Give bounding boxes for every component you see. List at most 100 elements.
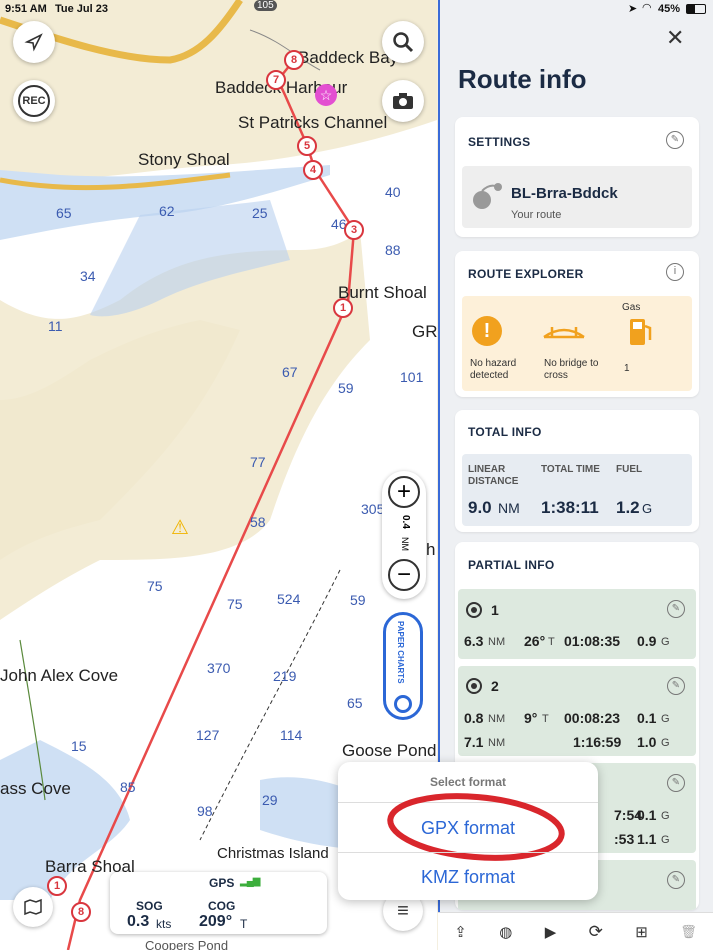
edit-icon[interactable]: ✎ bbox=[667, 871, 685, 889]
globe-icon[interactable]: ◍ bbox=[499, 923, 512, 941]
hamburger-icon: ≡ bbox=[397, 899, 409, 922]
segment-number: 2 bbox=[491, 678, 499, 694]
place-label: h bbox=[426, 540, 436, 559]
share-icon[interactable]: ⇪ bbox=[454, 923, 467, 941]
destination-star-icon: ☆ bbox=[315, 84, 337, 106]
popup-divider bbox=[338, 852, 598, 853]
record-button[interactable]: REC bbox=[13, 80, 55, 122]
partial-info-header: PARTIAL INFO bbox=[468, 558, 555, 572]
total-info-body: LINEAR DISTANCE TOTAL TIME FUEL 9.0 NM 1… bbox=[462, 454, 692, 526]
cumulative-time: :53 bbox=[614, 831, 635, 847]
cumulative-fuel: 1.1 bbox=[637, 831, 657, 847]
waypoint-marker[interactable]: 3 bbox=[344, 220, 364, 240]
segment-row[interactable]: 1 ✎ 6.3 NM 26° T 01:08:35 0.9 G bbox=[458, 589, 696, 659]
add-icon[interactable]: ⊞ bbox=[635, 923, 648, 941]
cumulative-fuel: 1.0 bbox=[637, 734, 657, 750]
close-icon[interactable]: ✕ bbox=[666, 25, 684, 51]
route-explorer-header: ROUTE EXPLORER bbox=[468, 267, 584, 281]
place-label: John Alex Cove bbox=[0, 666, 119, 685]
depth-sounding: 65 bbox=[347, 695, 363, 711]
record-label: REC bbox=[18, 85, 50, 117]
place-label: ass Cove bbox=[0, 779, 71, 798]
search-icon bbox=[393, 32, 414, 53]
depth-sounding: 75 bbox=[147, 578, 163, 594]
settings-card: SETTINGS ✎ BL-Brra-Bddck Your route bbox=[455, 117, 699, 237]
camera-icon bbox=[393, 93, 413, 109]
edit-icon[interactable]: ✎ bbox=[667, 677, 685, 695]
edit-icon[interactable]: ✎ bbox=[667, 600, 685, 618]
depth-sounding: 85 bbox=[120, 779, 136, 795]
waypoint-marker[interactable]: 7 bbox=[266, 70, 286, 90]
cog-label: COG bbox=[208, 899, 236, 913]
fuel-label: FUEL bbox=[616, 464, 643, 475]
route-subtitle: Your route bbox=[511, 209, 562, 221]
search-button[interactable] bbox=[382, 21, 424, 63]
cumulative-distance-unit: NM bbox=[488, 737, 506, 749]
waypoint-marker[interactable]: 1 bbox=[47, 876, 67, 896]
waypoint-marker[interactable]: 4 bbox=[303, 160, 323, 180]
explorer-body: ! No hazard detected No bridge to cross … bbox=[462, 296, 692, 391]
waypoint-marker[interactable]: 5 bbox=[297, 136, 317, 156]
waypoint-marker[interactable]: 1 bbox=[333, 298, 353, 318]
place-label: Goose Pond bbox=[342, 741, 437, 760]
trash-icon[interactable]: 🗑 bbox=[680, 924, 697, 940]
wifi-icon: ◠ bbox=[642, 2, 652, 14]
play-icon[interactable]: ▶ bbox=[545, 923, 557, 941]
depth-sounding: 219 bbox=[273, 668, 297, 684]
depth-sounding: 75 bbox=[227, 596, 243, 612]
sog-unit: kts bbox=[156, 917, 172, 931]
depth-sounding: 34 bbox=[80, 268, 96, 284]
format-select-popup: Select format GPX format KMZ format bbox=[338, 762, 598, 900]
depth-sounding: 67 bbox=[282, 364, 298, 380]
segment-bearing-unit: T bbox=[548, 636, 555, 648]
depth-sounding: 40 bbox=[385, 184, 401, 200]
scale-unit: NM bbox=[400, 537, 410, 551]
cumulative-distance: 7.1 bbox=[464, 734, 484, 750]
waypoint-marker[interactable]: 8 bbox=[284, 50, 304, 70]
reverse-route-icon[interactable]: ⟳ bbox=[589, 922, 603, 942]
cog-unit: T bbox=[240, 917, 248, 931]
battery-percent: 45% bbox=[658, 3, 681, 15]
segment-fuel: 0.1 bbox=[637, 807, 657, 823]
distance-unit: NM bbox=[498, 500, 520, 516]
camera-button[interactable] bbox=[382, 80, 424, 122]
segment-time: 01:08:35 bbox=[564, 633, 621, 649]
status-bar: 9:51 AM Tue Jul 23 ➤ ◠ 45% bbox=[0, 0, 713, 18]
bridge-icon bbox=[543, 327, 585, 339]
hazard-icon: ! bbox=[472, 316, 502, 346]
segment-time: 00:08:23 bbox=[564, 710, 621, 726]
kmz-format-option[interactable]: KMZ format bbox=[338, 867, 598, 888]
edit-icon[interactable]: ✎ bbox=[667, 774, 685, 792]
depth-sounding: 98 bbox=[197, 803, 213, 819]
segment-fuel: 0.9 bbox=[637, 633, 657, 649]
place-label: GR bbox=[412, 322, 437, 341]
panel-title: Route info bbox=[458, 64, 587, 94]
route-icon bbox=[473, 183, 502, 209]
cumulative-fuel-unit: G bbox=[661, 834, 670, 846]
zoom-out-button[interactable]: − bbox=[388, 559, 420, 591]
hazard-text: No hazard detected bbox=[470, 358, 517, 381]
edit-icon[interactable]: ✎ bbox=[666, 131, 684, 149]
hazard-warning-icon[interactable]: ⚠ bbox=[171, 515, 189, 540]
bottom-toolbar: ⇪ ◍ ▶ ⟳ ⊞ 🗑 bbox=[438, 912, 713, 950]
popup-title: Select format bbox=[429, 775, 507, 789]
info-icon[interactable]: i bbox=[666, 263, 684, 281]
depth-sounding: 11 bbox=[48, 318, 63, 334]
route-summary[interactable]: BL-Brra-Bddck Your route bbox=[462, 166, 692, 228]
zoom-in-button[interactable]: + bbox=[388, 476, 420, 508]
segment-fuel-unit: G bbox=[661, 713, 670, 725]
waypoint-marker[interactable]: 8 bbox=[71, 902, 91, 922]
segment-bearing-unit: T bbox=[542, 713, 549, 725]
fuel-unit: G bbox=[642, 501, 653, 516]
depth-sounding: 305 bbox=[361, 501, 385, 517]
segment-row[interactable]: 2 ✎ 0.8 NM 9° T 00:08:23 0.1 G 7.1 NM 1:… bbox=[458, 666, 696, 756]
gps-widget[interactable]: GPS ▂▄▆ SOG 0.3 kts COG 209° T bbox=[110, 872, 327, 934]
status-time: 9:51 AM bbox=[5, 3, 47, 15]
paper-charts-slider[interactable]: PAPER CHARTS bbox=[383, 612, 423, 720]
slider-handle[interactable] bbox=[394, 695, 412, 713]
depth-sounding: 59 bbox=[350, 592, 366, 608]
navigate-button[interactable] bbox=[13, 21, 55, 63]
chart-layers-button[interactable] bbox=[13, 887, 53, 927]
place-label: St Patricks Channel bbox=[238, 113, 388, 132]
time-value: 1:38:11 bbox=[541, 498, 599, 517]
